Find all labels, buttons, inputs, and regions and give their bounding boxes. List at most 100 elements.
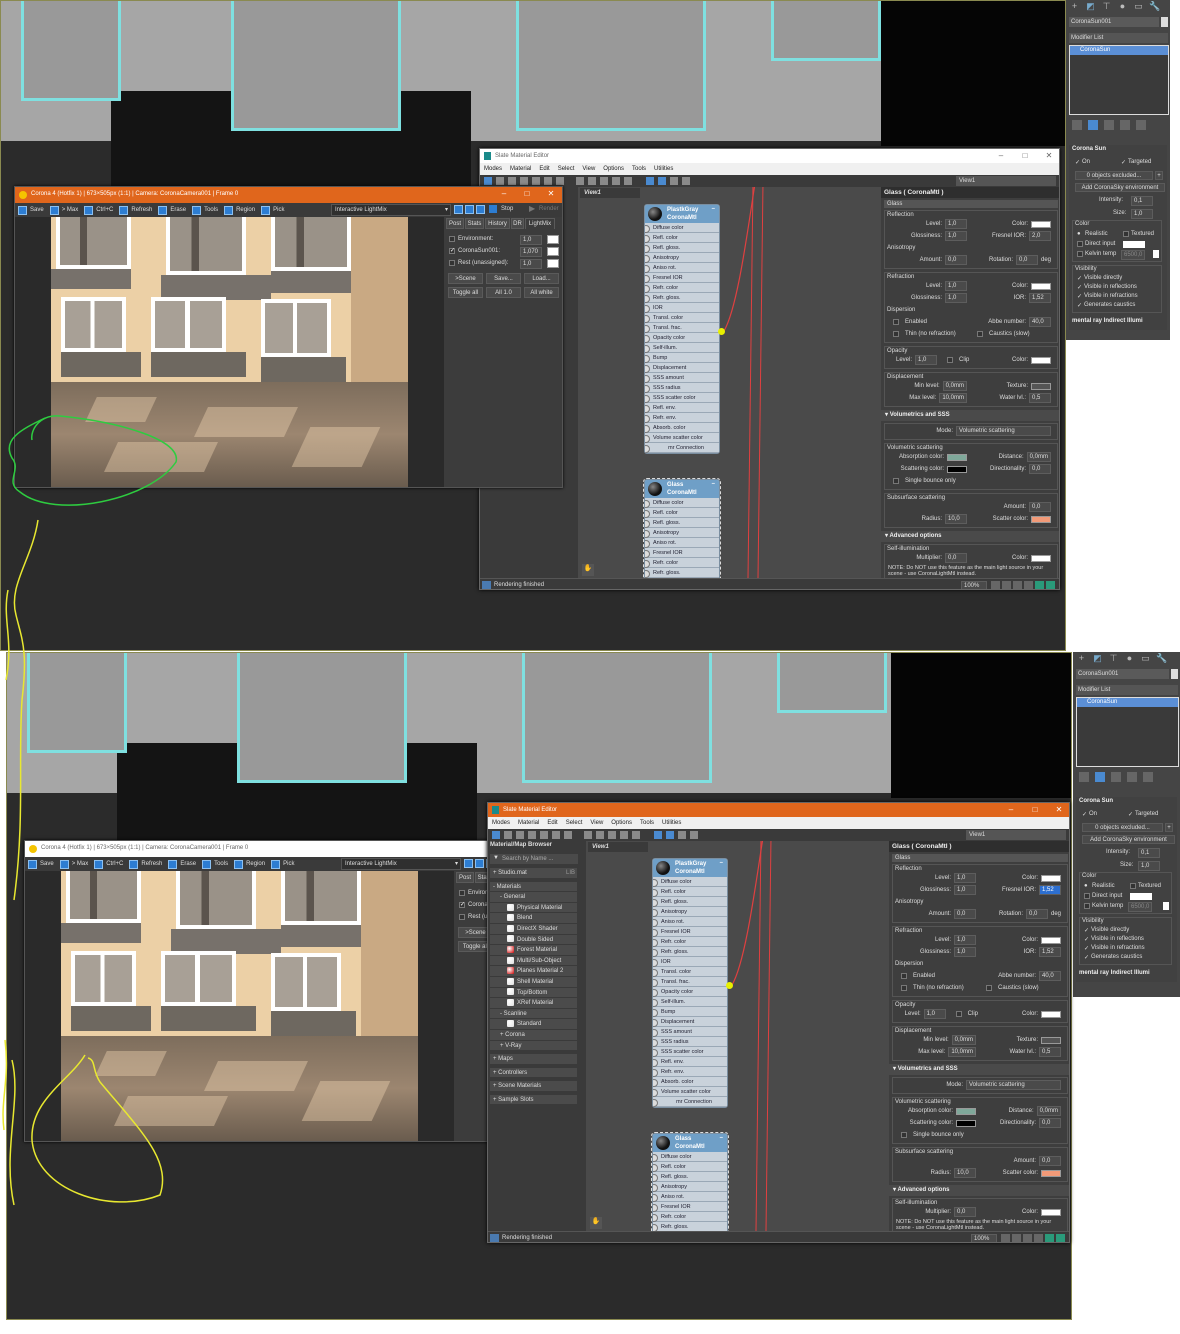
toolbar-button-refresh[interactable]: Refresh: [129, 859, 162, 869]
node-slot[interactable]: Refr. gloss.: [645, 568, 719, 578]
stack-item[interactable]: CoronaSun: [1070, 46, 1168, 55]
menu-select[interactable]: Select: [566, 820, 583, 826]
assign-icon[interactable]: [528, 831, 536, 839]
lightmix-value[interactable]: 1,0: [520, 259, 542, 269]
direct-input-radio[interactable]: [1077, 241, 1083, 247]
tree-item[interactable]: - Scanline: [490, 1008, 577, 1020]
node-slot[interactable]: Opacity color: [645, 333, 719, 343]
exclude-button[interactable]: 0 objects excluded...: [1075, 171, 1153, 180]
node-slot[interactable]: Fresnel IOR: [653, 927, 727, 937]
hierarchy-icon[interactable]: ⊤: [1108, 653, 1119, 664]
lightmix-button[interactable]: All white: [524, 287, 559, 298]
checkbox[interactable]: [893, 331, 899, 337]
node-slot[interactable]: Diffuse color: [653, 1152, 727, 1162]
menu-options[interactable]: Options: [603, 166, 624, 172]
kelvin-radio[interactable]: [1084, 903, 1090, 909]
select-icon[interactable]: [492, 831, 500, 839]
display-icon[interactable]: ▭: [1133, 1, 1144, 12]
spinner-field[interactable]: 1,0: [945, 219, 967, 229]
realistic-radio[interactable]: ●: [1084, 883, 1088, 889]
checkbox[interactable]: [977, 331, 983, 337]
add-sky-button[interactable]: Add CoronaSky environment: [1082, 835, 1175, 844]
node-slot[interactable]: Transl. color: [653, 967, 727, 977]
zoom-in-icon[interactable]: [454, 205, 463, 214]
stop-button[interactable]: Stop: [501, 206, 513, 212]
node-slot[interactable]: Diffuse color: [645, 223, 719, 233]
tree-item[interactable]: Shell Material: [490, 976, 577, 988]
modify-icon[interactable]: ◩: [1085, 1, 1096, 12]
toolbar-button-pick[interactable]: Pick: [261, 205, 284, 215]
render-mode-dropdown[interactable]: Interactive LightMix ▾: [331, 204, 451, 216]
close-button[interactable]: ✕: [539, 187, 562, 201]
motion-icon[interactable]: ●: [1124, 653, 1135, 664]
spinner-field[interactable]: 0,0: [945, 553, 967, 563]
tree-item[interactable]: + Maps: [490, 1054, 577, 1065]
display-icon[interactable]: ▭: [1140, 653, 1151, 664]
color-swatch[interactable]: [1031, 356, 1051, 364]
lightmix-button[interactable]: >Scene: [448, 273, 483, 284]
node-slot[interactable]: Anisotropy: [645, 253, 719, 263]
nav-icon[interactable]: [1035, 581, 1044, 589]
layout-icon[interactable]: [620, 831, 628, 839]
spinner-field[interactable]: 0,0: [1029, 502, 1051, 512]
minimize-button[interactable]: –: [989, 149, 1013, 163]
delete-icon[interactable]: [532, 177, 540, 185]
menu-tools[interactable]: Tools: [640, 820, 654, 826]
stack-item[interactable]: CoronaSun: [1077, 698, 1178, 707]
delete-icon[interactable]: [540, 831, 548, 839]
node-slot[interactable]: Refr. gloss.: [653, 947, 727, 957]
visibility-checkbox[interactable]: ✓: [1077, 293, 1082, 300]
spinner-field[interactable]: 0,5: [1029, 393, 1051, 403]
realistic-radio[interactable]: ●: [1077, 231, 1081, 237]
toolbar-button-erase[interactable]: Erase: [158, 205, 186, 215]
zoom-in-icon[interactable]: [464, 859, 473, 868]
toolbar-button-save[interactable]: Save: [28, 859, 54, 869]
menu-material[interactable]: Material: [518, 820, 539, 826]
node-slot[interactable]: Refr. color: [645, 283, 719, 293]
node-slot[interactable]: Refl. gloss.: [645, 243, 719, 253]
node-slot[interactable]: Fresnel IOR: [645, 273, 719, 283]
node-slot[interactable]: Absorb. color: [645, 423, 719, 433]
node-slot[interactable]: Refl. env.: [645, 403, 719, 413]
lightmix-color-swatch[interactable]: [547, 259, 559, 268]
spinner-field[interactable]: 1,52: [1029, 293, 1051, 303]
spinner-field[interactable]: 0,0mm: [1036, 1106, 1061, 1116]
toolbar-button-erase[interactable]: Erase: [168, 859, 196, 869]
visibility-checkbox[interactable]: ✓: [1077, 302, 1082, 309]
tree-item[interactable]: + V-Ray: [490, 1040, 577, 1052]
node-slot[interactable]: Refr. color: [653, 937, 727, 947]
pan-icon[interactable]: [1001, 1234, 1010, 1242]
menu-utilities[interactable]: Utilities: [654, 166, 673, 172]
toolbar-button-save[interactable]: Save: [18, 205, 44, 215]
spinner-field[interactable]: 0,0mm: [942, 381, 967, 391]
lightmix-value[interactable]: 1,070: [520, 247, 542, 257]
node-slot[interactable]: SSS scatter color: [653, 1047, 727, 1057]
spinner-field[interactable]: 40,0: [1029, 317, 1051, 327]
spinner-field[interactable]: 1,0: [915, 355, 937, 365]
node-slot[interactable]: Refr. env.: [653, 1067, 727, 1077]
view-select-dropdown[interactable]: View1: [966, 830, 1066, 840]
on-checkbox[interactable]: ✓: [1082, 811, 1087, 818]
color-swatch[interactable]: [1031, 382, 1051, 390]
tree-item[interactable]: DirectX Shader: [490, 923, 577, 935]
tree-item[interactable]: + Studio.mat LIB: [490, 868, 577, 879]
pan-icon[interactable]: [991, 581, 1000, 589]
color-swatch[interactable]: [947, 465, 967, 473]
node-slot[interactable]: Refr. gloss.: [653, 1222, 727, 1231]
show-end-result-icon[interactable]: [1088, 120, 1098, 130]
node-slot[interactable]: Refl. gloss.: [653, 1172, 727, 1182]
zoom-dropdown[interactable]: 100%: [971, 1234, 997, 1242]
spinner-field[interactable]: 2,0: [1029, 231, 1051, 241]
checkbox[interactable]: [901, 1132, 907, 1138]
rollout-header[interactable]: ▾ Advanced options: [889, 1185, 1069, 1196]
lightmix-color-swatch[interactable]: [547, 235, 559, 244]
motion-icon[interactable]: ●: [1117, 1, 1128, 12]
zoom-icon[interactable]: [1012, 1234, 1021, 1242]
tree-item[interactable]: Top/Bottom: [490, 987, 577, 999]
tree-item[interactable]: + Sample Slots: [490, 1094, 577, 1106]
color-swatch[interactable]: [956, 1107, 976, 1115]
node-slot[interactable]: SSS scatter color: [645, 393, 719, 403]
move-children-icon[interactable]: [552, 831, 560, 839]
params-icon[interactable]: [666, 831, 674, 839]
targeted-checkbox[interactable]: ✓: [1121, 159, 1126, 166]
